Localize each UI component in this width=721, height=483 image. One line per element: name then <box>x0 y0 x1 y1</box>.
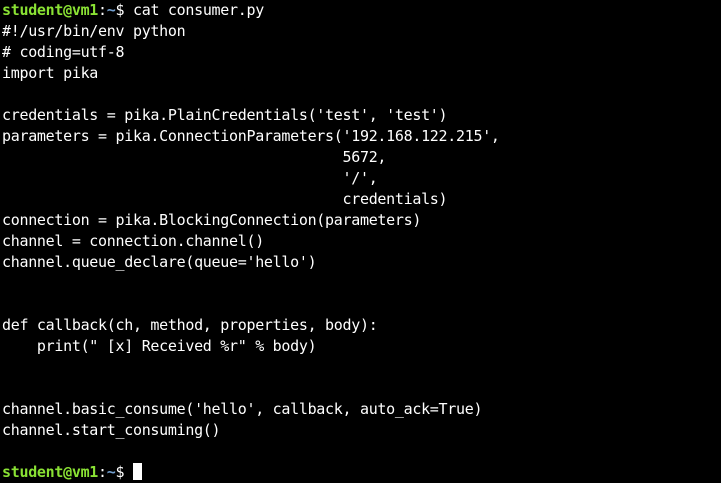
prompt-separator: : <box>98 1 107 19</box>
prompt-path: ~ <box>106 1 116 19</box>
command-line: student@vm1:~$ cat consumer.py <box>2 0 721 21</box>
active-prompt-line[interactable]: student@vm1:~$ <box>2 462 721 483</box>
output-line: def callback(ch, method, properties, bod… <box>2 316 378 334</box>
command-text: cat consumer.py <box>132 1 264 19</box>
output-line: '/', <box>2 169 378 187</box>
prompt-sign: $ <box>115 1 133 19</box>
output-line: credentials) <box>2 190 448 208</box>
output-line: parameters = pika.ConnectionParameters('… <box>2 127 500 145</box>
output-line: channel = connection.channel() <box>2 232 264 250</box>
output-line: 5672, <box>2 148 387 166</box>
output-line: credentials = pika.PlainCredentials('tes… <box>2 106 448 124</box>
prompt-sign: $ <box>115 463 133 481</box>
output-line: # coding=utf-8 <box>2 43 125 61</box>
prompt-user: student@vm1 <box>2 1 99 19</box>
text-cursor[interactable] <box>132 463 142 480</box>
output-line: connection = pika.BlockingConnection(par… <box>2 211 422 229</box>
terminal-window[interactable]: student@vm1:~$ cat consumer.py #!/usr/bi… <box>0 0 721 481</box>
output-line: #!/usr/bin/env python <box>2 22 186 40</box>
output-line: channel.start_consuming() <box>2 421 221 439</box>
prompt-user: student@vm1 <box>2 463 99 481</box>
output-line: channel.queue_declare(queue='hello') <box>2 253 317 271</box>
prompt-path: ~ <box>106 463 116 481</box>
output-line: channel.basic_consume('hello', callback,… <box>2 400 483 418</box>
output-line: print(" [x] Received %r" % body) <box>2 337 317 355</box>
prompt-separator: : <box>98 463 107 481</box>
output-line: import pika <box>2 64 99 82</box>
